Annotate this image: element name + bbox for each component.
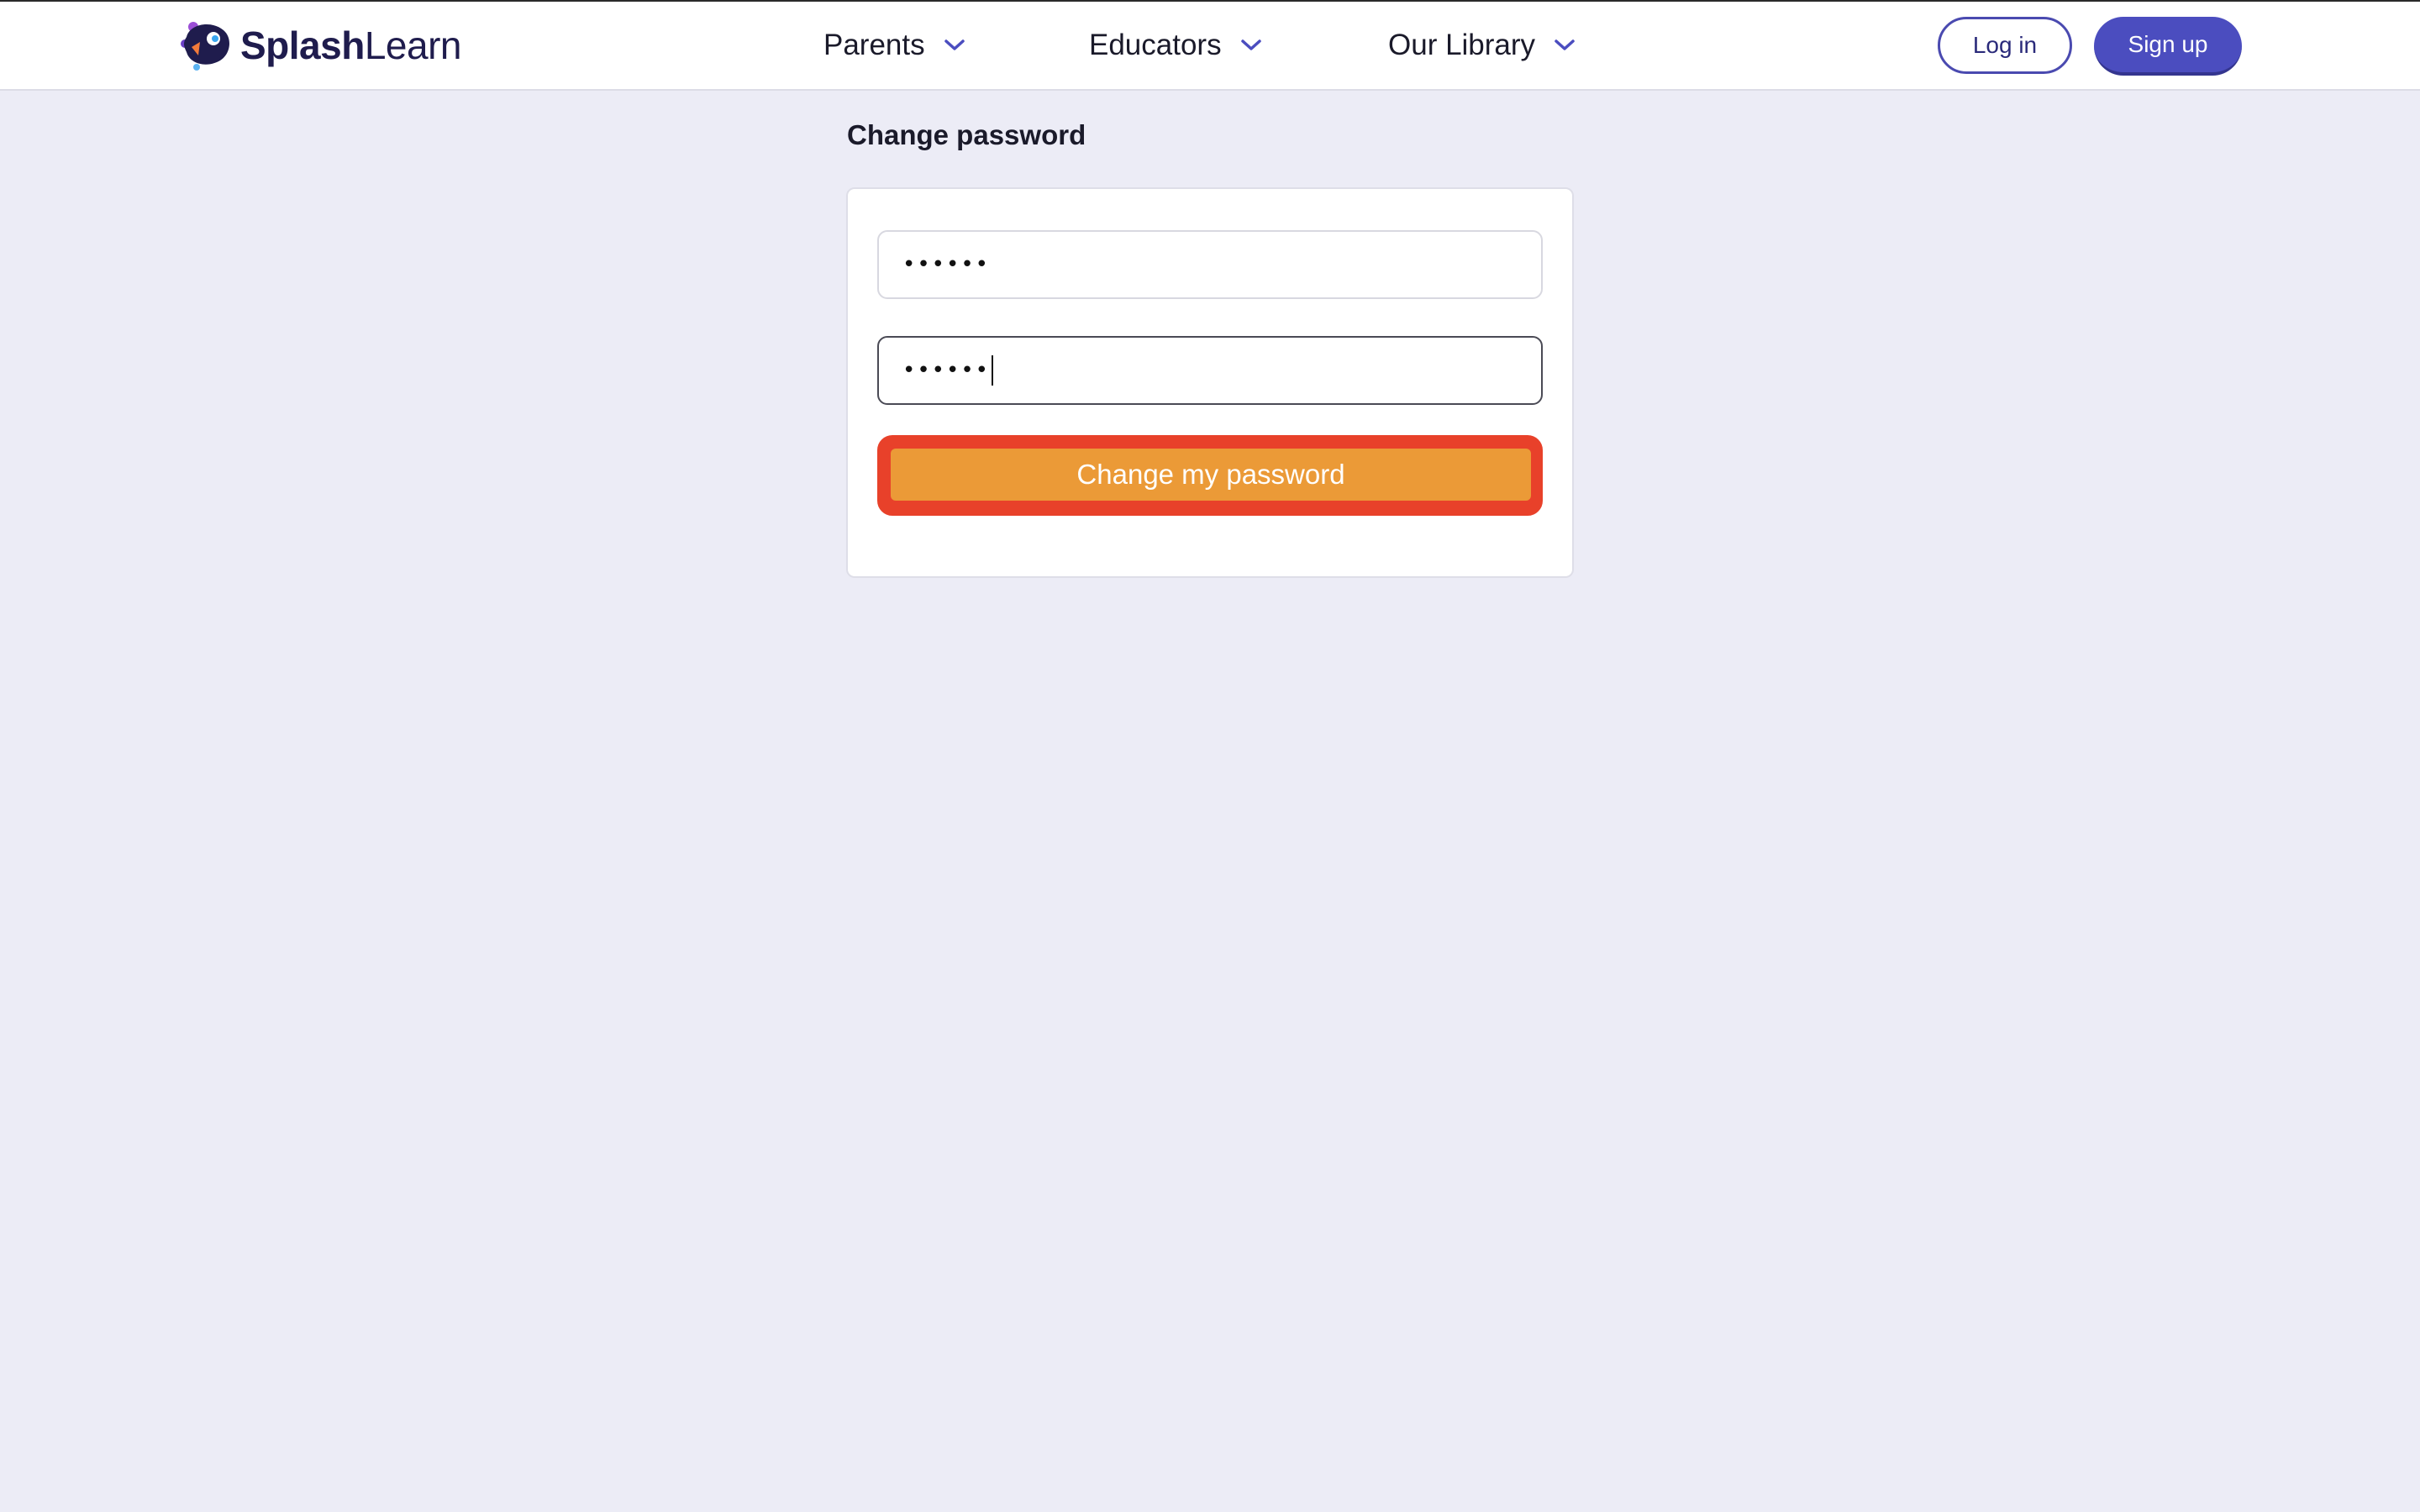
logo-wordmark-regular: Learn [364,24,462,67]
splashlearn-logo[interactable]: SplashLearn [175,18,461,72]
chevron-down-icon [944,39,965,50]
splashlearn-logo-icon [181,22,229,71]
current-password-value: •••••• [902,252,991,277]
login-button[interactable]: Log in [1938,17,2072,74]
new-password-value: •••••• [902,358,991,383]
nav-parents[interactable]: Parents [823,22,965,69]
nav-educators-label: Educators [1089,29,1222,61]
signup-button[interactable]: Sign up [2094,17,2242,76]
nav-our-library-label: Our Library [1388,29,1536,61]
nav-parents-label: Parents [823,29,925,61]
chevron-down-icon [1240,39,1261,50]
new-password-field[interactable]: •••••• [877,336,1543,405]
nav-our-library[interactable]: Our Library [1388,22,1576,69]
text-caret [992,355,994,386]
logo-wordmark-bold: Splash [240,24,365,67]
change-password-button[interactable]: Change my password [891,449,1531,501]
logo-wordmark: SplashLearn [240,18,461,72]
current-password-field[interactable]: •••••• [877,230,1543,299]
site-header: SplashLearn Parents Educators Our Librar… [0,2,2420,91]
nav-educators[interactable]: Educators [1089,22,1262,69]
page-title: Change password [847,119,1086,150]
chevron-down-icon [1555,39,1575,50]
